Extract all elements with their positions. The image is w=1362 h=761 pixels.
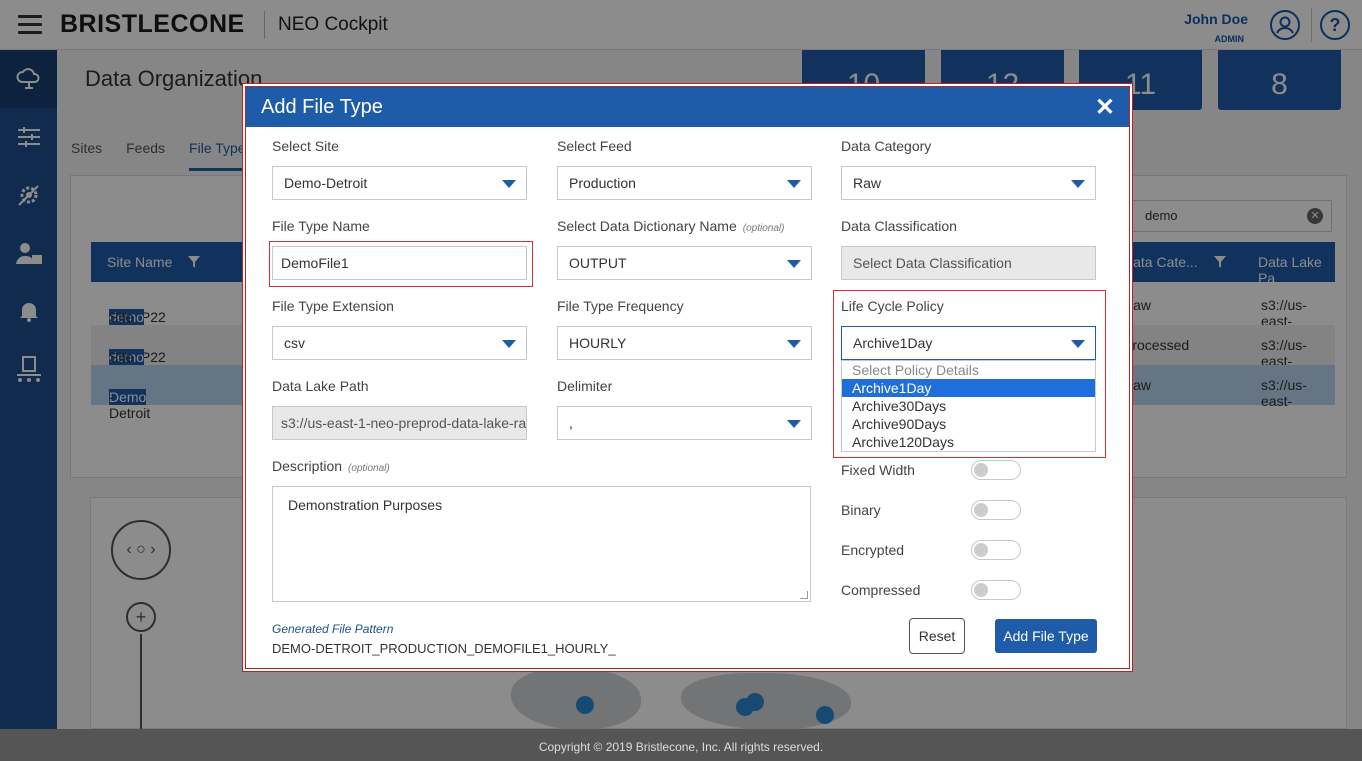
dropdown-option[interactable]: Archive1Day [842, 379, 1095, 397]
chevron-down-icon [787, 340, 801, 348]
description-value: Demonstration Purposes [288, 497, 443, 513]
select-site-label: Select Site [272, 138, 339, 154]
data-category-label: Data Category [841, 138, 932, 154]
select-site-dropdown[interactable]: Demo-Detroit [272, 166, 527, 200]
description-label: Description (optional) [272, 458, 390, 474]
compressed-toggle[interactable] [971, 580, 1021, 600]
data-dictionary-label: Select Data Dictionary Name (optional) [557, 218, 785, 234]
binary-toggle[interactable] [971, 500, 1021, 520]
data-lake-path-field: s3://us-east-1-neo-preprod-data-lake-raw [272, 406, 527, 440]
chevron-down-icon [787, 180, 801, 188]
file-type-name-input[interactable]: DemoFile1 [272, 246, 527, 280]
fixed-width-label: Fixed Width [841, 462, 915, 478]
life-cycle-policy-options: Select Policy Details Archive1Day Archiv… [841, 360, 1096, 452]
dropdown-option[interactable]: Archive30Days [842, 397, 1095, 415]
life-cycle-policy-label: Life Cycle Policy [841, 298, 944, 314]
file-type-frequency-label: File Type Frequency [557, 298, 684, 314]
data-lake-path-label: Data Lake Path [272, 378, 369, 394]
file-type-name-label: File Type Name [272, 218, 370, 234]
dropdown-option[interactable]: Archive90Days [842, 415, 1095, 433]
add-file-type-button[interactable]: Add File Type [995, 619, 1097, 653]
life-cycle-policy-dropdown[interactable]: Archive1Day [841, 326, 1096, 360]
data-dictionary-dropdown[interactable]: OUTPUT [557, 246, 812, 280]
select-site-value: Demo-Detroit [284, 175, 368, 191]
delimiter-dropdown[interactable]: , [557, 406, 812, 440]
binary-label: Binary [841, 502, 881, 518]
dialog-header: Add File Type ✕ [246, 87, 1129, 127]
resize-handle-icon[interactable] [800, 591, 808, 599]
chevron-down-icon [502, 180, 516, 188]
chevron-down-icon [787, 420, 801, 428]
generated-pattern-label: Generated File Pattern [272, 622, 394, 636]
encrypted-label: Encrypted [841, 542, 905, 558]
file-type-frequency-dropdown[interactable]: HOURLY [557, 326, 812, 360]
file-type-extension-value: csv [284, 335, 305, 351]
chevron-down-icon [1071, 340, 1085, 348]
file-type-extension-label: File Type Extension [272, 298, 394, 314]
dropdown-option[interactable]: Select Policy Details [842, 361, 1095, 379]
file-type-extension-dropdown[interactable]: csv [272, 326, 527, 360]
data-classification-field: Select Data Classification [841, 246, 1096, 280]
fixed-width-toggle[interactable] [971, 460, 1021, 480]
file-type-frequency-value: HOURLY [569, 335, 627, 351]
chevron-down-icon [1071, 180, 1085, 188]
compressed-label: Compressed [841, 582, 921, 598]
delimiter-value: , [569, 415, 573, 431]
data-classification-label: Data Classification [841, 218, 957, 234]
delimiter-label: Delimiter [557, 378, 613, 394]
data-category-dropdown[interactable]: Raw [841, 166, 1096, 200]
encrypted-toggle[interactable] [971, 540, 1021, 560]
add-file-type-dialog: Add File Type ✕ Select Site Demo-Detroit… [242, 83, 1133, 672]
life-cycle-policy-value: Archive1Day [853, 335, 933, 351]
select-feed-label: Select Feed [557, 138, 632, 154]
description-textarea[interactable]: Demonstration Purposes [272, 486, 811, 602]
close-icon[interactable]: ✕ [1095, 93, 1115, 122]
dialog-title: Add File Type [261, 96, 383, 118]
data-dictionary-value: OUTPUT [569, 255, 627, 271]
data-category-value: Raw [853, 175, 882, 191]
chevron-down-icon [787, 260, 801, 268]
select-feed-value: Production [569, 175, 636, 191]
reset-button[interactable]: Reset [909, 618, 965, 654]
chevron-down-icon [502, 340, 516, 348]
select-feed-dropdown[interactable]: Production [557, 166, 812, 200]
generated-pattern-value: DEMO-DETROIT_PRODUCTION_DEMOFILE1_HOURLY… [272, 641, 616, 656]
dropdown-option[interactable]: Archive120Days [842, 433, 1095, 451]
footer: Copyright © 2019 Bristlecone, Inc. All r… [0, 729, 1362, 761]
